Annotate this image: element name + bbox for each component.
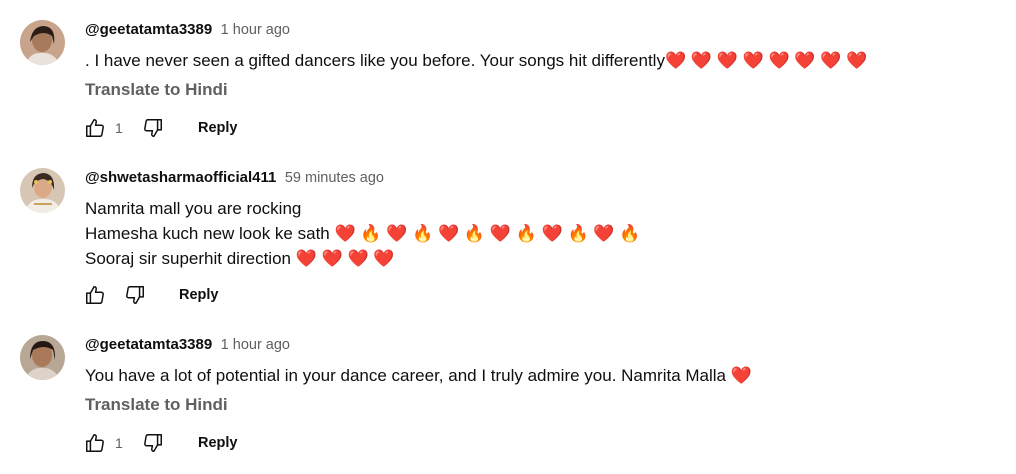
like-count: 1: [115, 120, 123, 136]
dislike-button[interactable]: [122, 282, 148, 308]
comment-text-line: . I have never seen a gifted dancers lik…: [85, 51, 868, 70]
comment-header: @geetatamta3389 1 hour ago: [85, 20, 290, 40]
dislike-button[interactable]: [140, 115, 166, 141]
comment-timestamp[interactable]: 1 hour ago: [221, 22, 290, 38]
translate-button[interactable]: Translate to Hindi: [85, 79, 228, 101]
comment-text: . I have never seen a gifted dancers lik…: [85, 48, 867, 73]
comment-author[interactable]: @geetatamta3389: [85, 21, 212, 38]
avatar[interactable]: [20, 20, 65, 65]
like-count: 1: [115, 435, 123, 451]
comment-text-line: You have a lot of potential in your danc…: [85, 366, 752, 385]
comment-actions: 1 Reply: [82, 115, 482, 141]
comment-text: You have a lot of potential in your danc…: [85, 363, 752, 388]
comment-timestamp[interactable]: 59 minutes ago: [285, 170, 384, 186]
thumbs-down-icon: [144, 434, 162, 452]
avatar[interactable]: [20, 168, 65, 213]
comment-author[interactable]: @geetatamta3389: [85, 336, 212, 353]
comment-actions: 1 Reply: [82, 430, 482, 456]
dislike-button[interactable]: [140, 430, 166, 456]
thumbs-down-icon: [144, 119, 162, 137]
reply-button[interactable]: Reply: [198, 115, 238, 141]
like-button[interactable]: [82, 115, 108, 141]
reply-button[interactable]: Reply: [198, 430, 238, 456]
comment-author[interactable]: @shwetasharmaofficial411: [85, 169, 276, 186]
comment-text-line: Hamesha kuch new look ke sath ❤️ 🔥 ❤️ 🔥 …: [85, 224, 641, 243]
like-button[interactable]: [82, 430, 108, 456]
comment-header: @geetatamta3389 1 hour ago: [85, 335, 290, 355]
avatar[interactable]: [20, 335, 65, 380]
like-button[interactable]: [82, 282, 108, 308]
comment-text: Namrita mall you are rocking Hamesha kuc…: [85, 196, 640, 271]
thumbs-down-icon: [126, 286, 144, 304]
comment-timestamp[interactable]: 1 hour ago: [221, 337, 290, 353]
reply-button[interactable]: Reply: [179, 282, 219, 308]
comment-text-line: Sooraj sir superhit direction ❤️ ❤️ ❤️ ❤…: [85, 249, 395, 268]
translate-button[interactable]: Translate to Hindi: [85, 394, 228, 416]
comment-text-line: Namrita mall you are rocking: [85, 199, 302, 218]
thumbs-up-icon: [86, 119, 104, 137]
comment-header: @shwetasharmaofficial411 59 minutes ago: [85, 168, 384, 188]
thumbs-up-icon: [86, 286, 104, 304]
comment-actions: Reply: [82, 282, 482, 308]
thumbs-up-icon: [86, 434, 104, 452]
